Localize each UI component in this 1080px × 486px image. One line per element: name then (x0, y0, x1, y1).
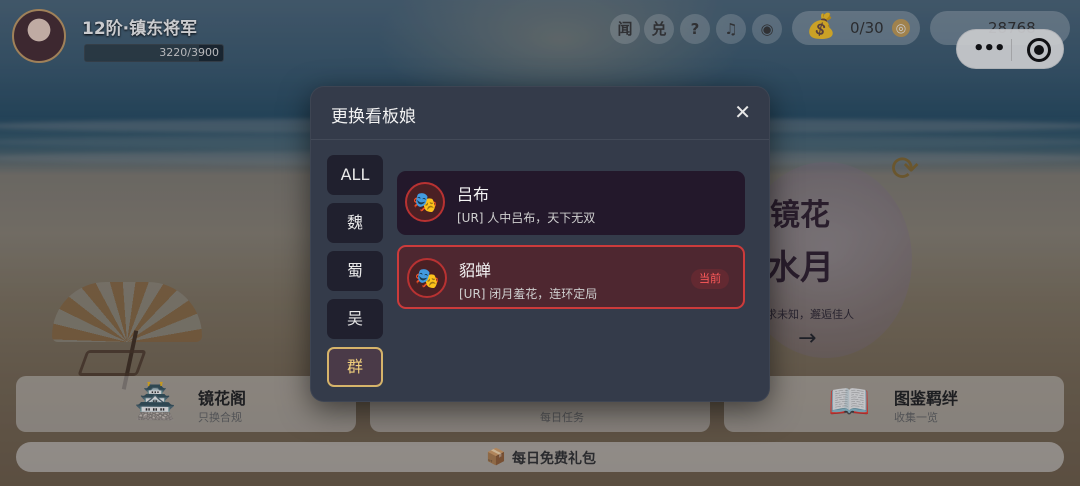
pavilion-icon: 🏯 (134, 382, 177, 422)
bottom-card-tasks-sub: 每日任务 (540, 411, 584, 424)
close-icon[interactable]: ✕ (734, 101, 751, 123)
mini-program-capsule[interactable]: ••• (956, 29, 1064, 69)
change-mascot-dialog: 更换看板娘 ✕ ALL 魏 蜀 吴 群 🎭 吕布 [UR] 人中吕布，天下无双 … (310, 86, 770, 402)
character-name: 吕布 (457, 185, 490, 204)
close-program-icon[interactable] (1027, 38, 1051, 62)
dialog-title: 更换看板娘 (331, 107, 416, 127)
character-card-diaochan[interactable]: 🎭 貂蝉 [UR] 闭月羞花，连环定局 当前 (397, 245, 745, 309)
filter-shu[interactable]: 蜀 (327, 251, 383, 291)
bottom-card-codex-title: 图鉴羁绊 (894, 389, 959, 408)
coin-icon: ◎ (892, 19, 910, 37)
character-desc: [UR] 闭月羞花，连环定局 (459, 287, 598, 301)
filter-qun[interactable]: 群 (327, 347, 383, 387)
theater-mask-icon: 🎭 (405, 182, 445, 222)
gift-box-icon: 📦 (486, 447, 506, 466)
hud-exchange-button[interactable]: 兑 (644, 14, 674, 44)
theater-mask-icon: 🎭 (407, 258, 447, 298)
filter-wu[interactable]: 吴 (327, 299, 383, 339)
book-icon: 📖 (828, 382, 871, 422)
character-card-lubu[interactable]: 🎭 吕布 [UR] 人中吕布，天下无双 (397, 171, 745, 235)
hud-help-button[interactable]: ? (680, 14, 710, 44)
exp-bar: 3220/3900 (84, 44, 224, 62)
bottom-card-codex-sub: 收集一览 (894, 411, 938, 424)
bag-counter[interactable]: 💰 0/30 ◎ (792, 11, 920, 45)
bottom-card-codex[interactable]: 📖 图鉴羁绊 收集一览 (724, 376, 1064, 432)
hud-music-button[interactable]: ♫ (716, 14, 746, 44)
player-avatar[interactable] (12, 9, 66, 63)
daily-gift-label: 每日免费礼包 (512, 451, 596, 467)
filter-all[interactable]: ALL (327, 155, 383, 195)
daily-gift-bar[interactable]: 📦 每日免费礼包 (16, 442, 1064, 472)
current-badge: 当前 (691, 269, 729, 289)
hud-news-button[interactable]: 闻 (610, 14, 640, 44)
bottom-card-pavilion-sub: 只换合规 (198, 411, 242, 424)
hud-view-button[interactable]: ◉ (752, 14, 782, 44)
filter-wei[interactable]: 魏 (327, 203, 383, 243)
bottom-card-pavilion[interactable]: 🏯 镜花阁 只换合规 (16, 376, 356, 432)
exp-text: 3220/3900 (159, 46, 219, 59)
bag-icon: 💰 (806, 12, 836, 40)
character-desc: [UR] 人中吕布，天下无双 (457, 211, 596, 225)
more-icon[interactable]: ••• (973, 38, 1006, 59)
bag-count: 0/30 (850, 19, 884, 37)
character-name: 貂蝉 (459, 261, 492, 280)
player-rank-title: 12阶·镇东将军 (82, 19, 198, 39)
bottom-card-pavilion-title: 镜花阁 (198, 389, 247, 408)
dialog-divider (311, 139, 769, 140)
